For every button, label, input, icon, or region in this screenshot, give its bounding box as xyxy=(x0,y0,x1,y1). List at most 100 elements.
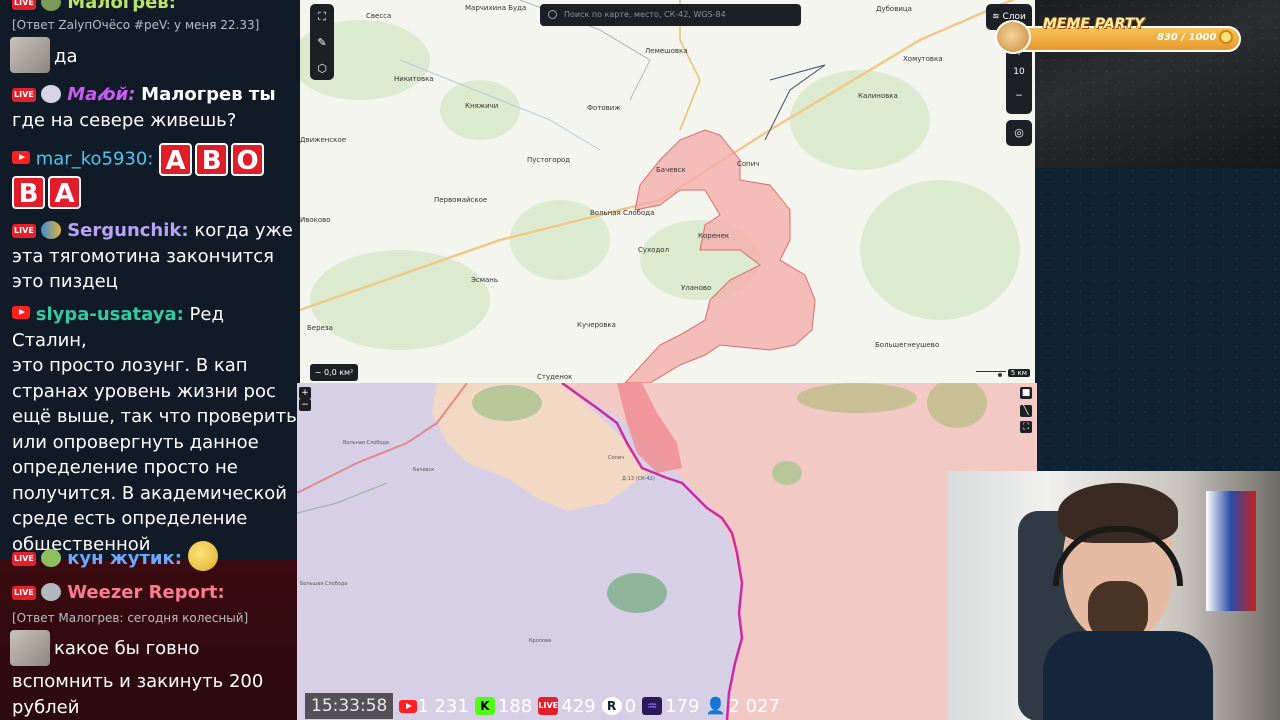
chat-message-text: вспомнить и закинуть 200 xyxy=(12,671,264,692)
chat-panel: LIVE Малогрев: [Ответ ZalупОчёсо #peV: у… xyxy=(0,0,298,720)
forest-area xyxy=(772,461,802,485)
viewer-count: 1 231 xyxy=(417,695,469,717)
avatar xyxy=(41,549,62,567)
forest-area xyxy=(472,385,542,421)
viewer-count: 0 xyxy=(624,695,637,717)
letter-emoji: О xyxy=(231,143,265,176)
square-tool-icon[interactable]: ■ xyxy=(1020,387,1032,399)
forest-area xyxy=(797,383,917,413)
chat-message: LIVE Weezer Report: xyxy=(12,580,297,606)
viewer-count: 429 xyxy=(561,695,596,717)
line-tool-icon[interactable]: ╲ xyxy=(1020,405,1032,417)
polygon-icon[interactable]: ⬡ xyxy=(310,56,334,82)
map-place-label: Суходол xyxy=(638,246,670,254)
chat-message-text: Малогрев ты xyxy=(141,84,276,105)
chat-message-text: ещё выше, так что проверить xyxy=(12,406,297,427)
chat-message: slypa-usataya: Ред Сталин, это просто ло… xyxy=(12,302,297,557)
map-place-label: Большегнеушево xyxy=(875,341,940,349)
sticker-image xyxy=(10,37,50,73)
zoom-in-button[interactable]: + xyxy=(299,387,311,399)
chat-username: кун жутик: xyxy=(67,548,182,569)
live-badge: LIVE xyxy=(12,224,36,238)
fullscreen-icon[interactable]: ⛶ xyxy=(310,4,334,30)
letter-emoji: В xyxy=(12,176,45,209)
map-search-input[interactable]: Поиск по карте, место, СК-42, WGS-84 xyxy=(540,4,801,26)
meme-party-count: 830 / 1000 xyxy=(1157,32,1217,43)
map-place-label: Сопич xyxy=(608,455,625,461)
map-place-label: Калиновка xyxy=(858,92,898,100)
letter-emoji: В xyxy=(195,143,229,176)
ruler-icon[interactable]: ✎ xyxy=(310,30,334,56)
chat-message: ВА xyxy=(12,176,297,209)
zoom-out-button[interactable]: − xyxy=(1006,84,1032,108)
vklive-viewers: LIVE 429 xyxy=(538,695,596,717)
live-badge: LIVE xyxy=(12,0,36,10)
viewer-stats-bar: 15:33:58 1 231 K 188 LIVE 429 R 0 ♒ 179 … xyxy=(305,692,780,720)
map-place-label: Бачевск xyxy=(413,467,435,473)
area-measure-chip[interactable]: − 0,0 км² xyxy=(310,364,358,381)
coin-icon xyxy=(1219,30,1233,44)
avatar xyxy=(41,221,62,239)
avatar xyxy=(41,0,62,11)
doge-icon xyxy=(995,20,1031,54)
chat-message-text: когда уже xyxy=(194,220,293,241)
avatar xyxy=(41,85,62,103)
chat-message: LIVE кун жутик: xyxy=(12,541,297,572)
chat-username: Ма𝓁ой: xyxy=(67,84,136,105)
map-place-label: Первомайское xyxy=(434,196,488,204)
chat-reply-context: [Ответ Малогрев: сегодня колесный] xyxy=(12,611,249,625)
map-place-label: Фотовиж xyxy=(587,104,621,112)
youtube-icon xyxy=(12,306,30,319)
kick-viewers: K 188 xyxy=(474,695,533,717)
chat-message-text: рублей xyxy=(12,696,80,718)
avatar xyxy=(41,583,62,601)
chat-reply-context: [Ответ ZalупОчёсо #peV: у меня 22.33] xyxy=(12,18,260,32)
zoom-level: 10 xyxy=(1013,67,1025,77)
chat-message-text: определение просто не xyxy=(12,457,238,478)
map-place-label: Кучеровка xyxy=(577,321,616,329)
map-place-label: Студенок xyxy=(537,373,573,381)
map-place-label: Ивоково xyxy=(300,216,331,224)
forest-area xyxy=(607,573,667,613)
compass-icon[interactable]: ◎ xyxy=(1006,120,1032,146)
chat-username: Weezer Report: xyxy=(67,582,225,603)
sticker-image xyxy=(10,630,50,666)
fullscreen-icon[interactable]: ⛶ xyxy=(1020,421,1032,433)
zoom-out-button[interactable]: − xyxy=(299,399,311,411)
map-scale: 5 км xyxy=(968,369,1030,377)
map-place-label: Дубовица xyxy=(876,5,912,13)
chat-message-text: это просто лозунг. В кап xyxy=(12,355,248,376)
viewer-count: 188 xyxy=(497,695,533,717)
bottom-map[interactable]: Сопич Д-13 (СК-42) Бачевск Вольная Слобо… xyxy=(297,383,1037,720)
chat-message-text: какое бы говно xyxy=(54,638,200,659)
chat-username: Sergunchik: xyxy=(67,220,189,241)
map-place-label: Бачевск xyxy=(656,166,686,174)
top-map[interactable]: Свесса Марчихина Буда Дубовица Лемешовка… xyxy=(300,0,1035,383)
live-badge: LIVE xyxy=(12,586,36,600)
live-badge: LIVE xyxy=(12,88,36,102)
map-place-label: Марчихина Буда xyxy=(465,4,527,12)
chat-message-text: среде есть определение xyxy=(12,508,248,529)
map-place-label: Лемешовка xyxy=(645,47,688,55)
streamer-shirt xyxy=(1043,631,1213,720)
viewer-count: 179 xyxy=(665,695,700,717)
meme-party-title: MEME PARTY xyxy=(1043,16,1145,32)
webcam-feed xyxy=(948,471,1280,720)
chat-username: mar_ko5930: xyxy=(35,148,154,170)
chat-message: LIVE Sergunchik: когда уже эта тягомотин… xyxy=(12,218,297,295)
area-value: 0,0 км² xyxy=(323,368,354,377)
rutube-viewers: R 0 xyxy=(601,695,637,717)
map-place-label: Д-13 (СК-42) xyxy=(622,476,655,482)
chat-message: вспомнить и закинуть 200 рублей xyxy=(12,669,297,720)
letter-emoji: А xyxy=(159,143,193,176)
chat-message-text: или опровергнуть данное xyxy=(12,431,259,453)
vklive-icon: LIVE xyxy=(538,697,559,715)
map-place-label: Вольная Слобода xyxy=(590,209,655,217)
total-viewers: 👤 2 027 xyxy=(705,696,780,717)
youtube-viewers: 1 231 xyxy=(399,696,469,717)
chat-username: slypa-usataya: xyxy=(35,304,184,325)
letter-emoji: А xyxy=(48,176,81,209)
chat-message: mar_ko5930: АВО xyxy=(12,143,297,176)
map-place-label: Береза xyxy=(307,324,333,332)
chat-message-text: эта тягомотина закончится xyxy=(12,245,274,267)
